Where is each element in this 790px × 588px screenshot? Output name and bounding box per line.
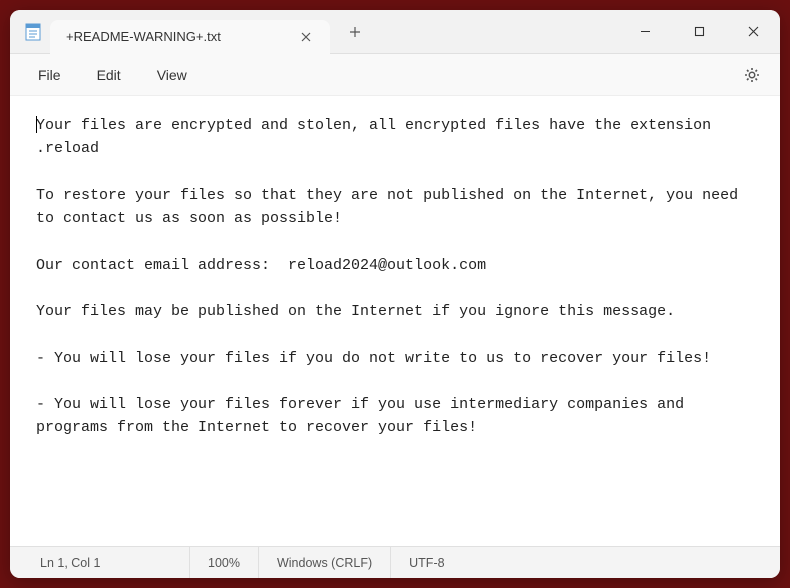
notepad-window: +README-WARNING+.txt File Edit View [10,10,780,578]
menu-file[interactable]: File [20,61,79,89]
menu-edit[interactable]: Edit [79,61,139,89]
text-editor-area[interactable]: Your files are encrypted and stolen, all… [10,96,780,546]
menu-view[interactable]: View [139,61,205,89]
notepad-icon [24,23,42,41]
new-tab-button[interactable] [338,15,372,49]
tab-active[interactable]: +README-WARNING+.txt [50,20,330,54]
text-caret [36,116,37,133]
menubar: File Edit View [10,54,780,96]
window-controls [618,10,780,54]
status-encoding[interactable]: UTF-8 [391,547,462,578]
close-button[interactable] [726,10,780,54]
tab-close-button[interactable] [294,25,318,49]
status-position[interactable]: Ln 1, Col 1 [10,547,190,578]
gear-icon [743,66,761,84]
statusbar: Ln 1, Col 1 100% Windows (CRLF) UTF-8 [10,546,780,578]
titlebar: +README-WARNING+.txt [10,10,780,54]
maximize-button[interactable] [672,10,726,54]
settings-button[interactable] [734,57,770,93]
document-text: Your files are encrypted and stolen, all… [36,117,747,436]
tab-title: +README-WARNING+.txt [66,29,294,44]
minimize-button[interactable] [618,10,672,54]
status-zoom[interactable]: 100% [190,547,259,578]
status-line-ending[interactable]: Windows (CRLF) [259,547,391,578]
